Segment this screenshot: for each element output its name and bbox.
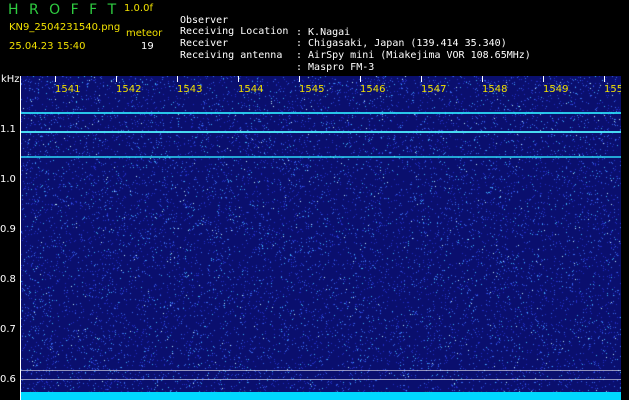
y-tick-label: 1.1 (0, 124, 16, 135)
y-tick-label: 0.8 (0, 274, 16, 285)
mode-label: meteor (126, 28, 163, 39)
x-tick-label: 1541 (55, 84, 81, 95)
detection-count: 19 (141, 41, 154, 52)
x-tick-mark (421, 76, 422, 82)
noise-floor-band (21, 392, 621, 400)
info-value: : Chigasaki, Japan (139.414 35.340) (296, 38, 507, 49)
spectrogram: 1541 1542 1543 1544 1545 1546 1547 1548 1549 1550 (21, 76, 621, 400)
y-tick-label: 0.9 (0, 224, 16, 235)
x-tick-mark (116, 76, 117, 82)
y-tick-label: 0.6 (0, 374, 16, 385)
x-tick-mark (543, 76, 544, 82)
x-tick-label: 1549 (543, 84, 569, 95)
file-name: KN9_2504231540.png (9, 22, 121, 33)
info-value: : AirSpy mini (Miakejima VOR 108.65MHz) (296, 50, 531, 61)
reference-line (21, 379, 621, 380)
x-tick-mark (360, 76, 361, 82)
signal-line (21, 112, 621, 114)
app-brand: H R O F F T (8, 2, 120, 18)
x-tick-label: 1543 (177, 84, 203, 95)
x-tick-label: 1544 (238, 84, 264, 95)
x-tick-mark (604, 76, 605, 82)
spectrogram-noise (21, 76, 621, 400)
signal-line (21, 156, 621, 158)
x-tick-mark (238, 76, 239, 82)
x-tick-mark (299, 76, 300, 82)
info-value: : Maspro FM-3 (296, 62, 375, 73)
x-tick-mark (177, 76, 178, 82)
y-tick-label: 1.0 (0, 174, 16, 185)
y-axis-unit: kHz (1, 74, 20, 85)
x-tick-label: 1545 (299, 84, 325, 95)
x-tick-label: 1547 (421, 84, 447, 95)
app-version: 1.0.0f (124, 3, 153, 14)
x-tick-label: 1550 (604, 84, 621, 95)
x-tick-mark (482, 76, 483, 82)
x-tick-label: 1542 (116, 84, 142, 95)
reference-line (21, 370, 621, 371)
header-panel: H R O F F T 1.0.0f KN9_2504231540.png me… (0, 0, 629, 73)
date-time: 25.04.23 15:40 (9, 41, 86, 52)
x-tick-label: 1548 (482, 84, 508, 95)
x-tick-label: 1546 (360, 84, 386, 95)
x-tick-mark (55, 76, 56, 82)
signal-line (21, 131, 621, 133)
info-label: Receiving antenna (180, 50, 283, 61)
y-tick-label: 0.7 (0, 324, 16, 335)
